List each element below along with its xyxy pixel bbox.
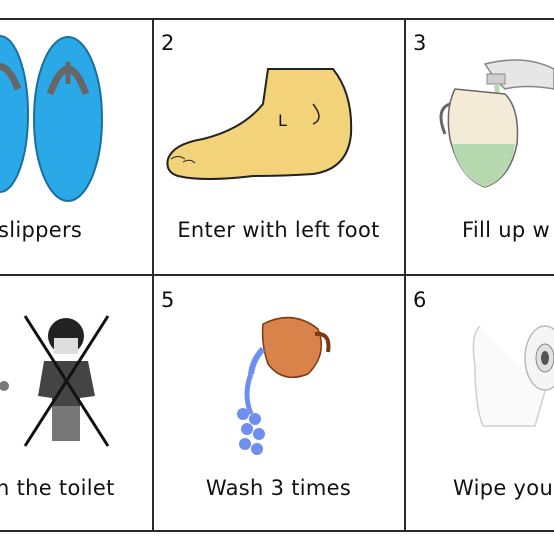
card-caption: Wipe you: [453, 476, 554, 500]
card-toilet: n the toilet: [0, 276, 152, 530]
card-number: 5: [161, 288, 175, 312]
card-left-foot: 2 L Enter with left foot: [153, 19, 404, 274]
foot-letter: L: [278, 111, 287, 130]
no-standing-boy-icon: [0, 315, 110, 447]
card-number: 2: [161, 31, 175, 55]
toilet-paper-icon: [472, 325, 554, 427]
flip-flops-icon: [0, 35, 103, 202]
card-wash: 5 Wash 3 times: [153, 276, 404, 530]
card-wipe: 6 Wipe you: [405, 276, 554, 530]
card-caption: Wash 3 times: [205, 476, 352, 500]
card-caption: slippers: [0, 218, 83, 242]
jug-under-tap-icon: [439, 59, 554, 188]
card-caption: Enter with left foot: [177, 218, 380, 242]
card-caption: n the toilet: [0, 476, 115, 500]
grid-bottom-line: [0, 530, 554, 532]
pouring-jug-icon: [237, 316, 331, 455]
card-fill-up: 3 Fill up w: [405, 19, 554, 274]
card-caption: Fill up w: [462, 218, 550, 242]
left-foot-icon: L: [166, 68, 353, 180]
card-slippers: slippers: [0, 19, 152, 274]
